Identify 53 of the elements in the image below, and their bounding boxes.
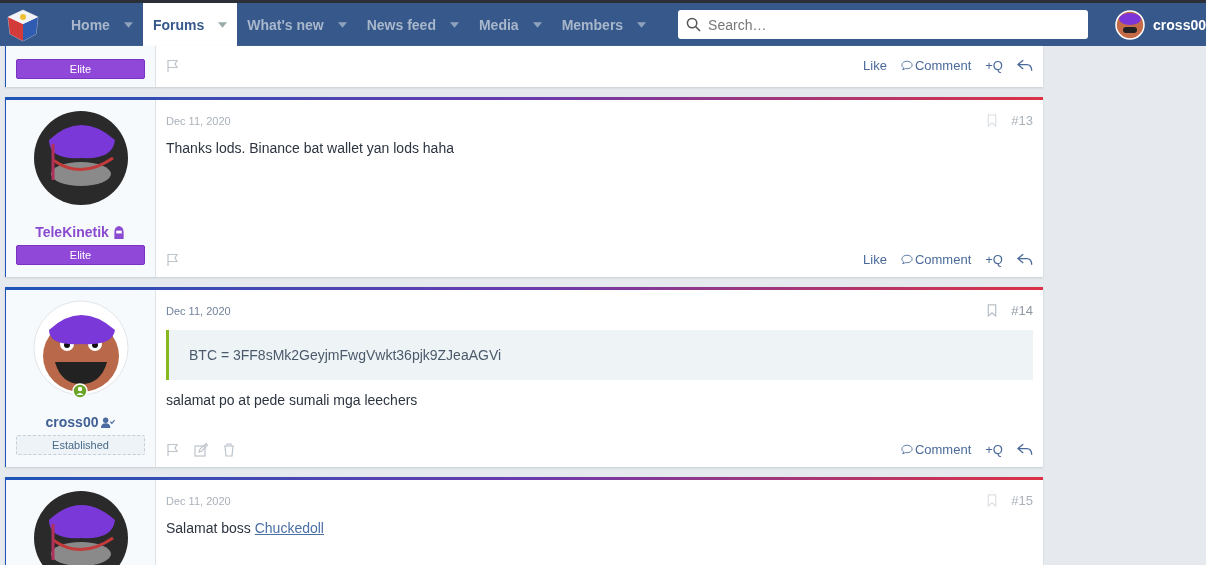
user-rank-badge: Elite: [16, 245, 145, 265]
avatar-drawing[interactable]: [32, 490, 129, 565]
speech-bubble-icon[interactable]: [900, 444, 913, 455]
post-action-link[interactable]: Comment: [900, 442, 972, 457]
flag-icon[interactable]: [166, 442, 180, 457]
nav-tab[interactable]: News feed: [356, 3, 469, 46]
post-action-link[interactable]: +Q: [985, 58, 1003, 73]
avatar-drawing[interactable]: [32, 300, 129, 396]
post-action-link[interactable]: +Q: [985, 252, 1003, 267]
post-action-link[interactable]: Like: [863, 252, 887, 267]
post-date[interactable]: Dec 11, 2020: [166, 304, 231, 317]
nav-tab[interactable]: Media: [468, 3, 552, 46]
speech-bubble-icon[interactable]: [900, 60, 913, 71]
avatar-drawing[interactable]: [32, 110, 129, 206]
nav-tab[interactable]: Home: [61, 3, 143, 46]
post-action-link[interactable]: Like: [863, 58, 887, 73]
post-action-link[interactable]: Comment: [900, 58, 972, 73]
caret-icon[interactable]: [637, 21, 647, 28]
hooded-figure-icon: [111, 225, 126, 239]
user-check-icon: [101, 415, 116, 429]
flag-icon[interactable]: [166, 252, 180, 267]
post-text: salamat po at pede sumali mga leechers: [166, 392, 419, 408]
post-number[interactable]: #14: [1011, 303, 1033, 318]
reply-icon[interactable]: [1017, 59, 1033, 72]
trash-icon[interactable]: [222, 442, 236, 457]
caret-icon[interactable]: [123, 21, 133, 28]
flag-icon[interactable]: [166, 58, 180, 73]
search-field[interactable]: Search…: [678, 10, 1089, 39]
reply-icon[interactable]: [1017, 443, 1033, 456]
post-action-link[interactable]: Comment: [900, 252, 972, 267]
username[interactable]: cross00: [1153, 16, 1206, 33]
search-icon: [686, 17, 702, 32]
username[interactable]: cross00: [45, 414, 99, 430]
nav-tab[interactable]: Members: [551, 3, 657, 46]
user-rank-badge: Established: [16, 435, 145, 455]
post-text: Thanks lods. Binance bat wallet yan lods haha: [166, 140, 455, 156]
username[interactable]: TeleKinetik: [35, 224, 109, 240]
bookmark-icon[interactable]: [987, 304, 998, 317]
post-text: Salamat boss Chuckedoll: [166, 520, 325, 536]
user-rank-badge: Elite: [16, 59, 145, 79]
speech-bubble-icon[interactable]: [900, 254, 913, 265]
caret-icon[interactable]: [337, 21, 347, 28]
nav-tab[interactable]: What's new: [237, 3, 357, 46]
edit-icon[interactable]: [194, 442, 208, 457]
nav-tab[interactable]: Forums: [142, 3, 238, 46]
caret-icon[interactable]: [532, 21, 542, 28]
reply-icon[interactable]: [1017, 253, 1033, 266]
post-action-link[interactable]: +Q: [985, 442, 1003, 457]
caret-icon[interactable]: [218, 21, 228, 28]
avatar-icon[interactable]: [1115, 9, 1146, 40]
caret-icon[interactable]: [449, 21, 459, 28]
quote-text: BTC = 3FF8sMk2GeyjmFwgVwkt36pjk9ZJeaAGVi: [189, 347, 502, 363]
user-mention-link[interactable]: Chuckedoll: [254, 520, 324, 536]
